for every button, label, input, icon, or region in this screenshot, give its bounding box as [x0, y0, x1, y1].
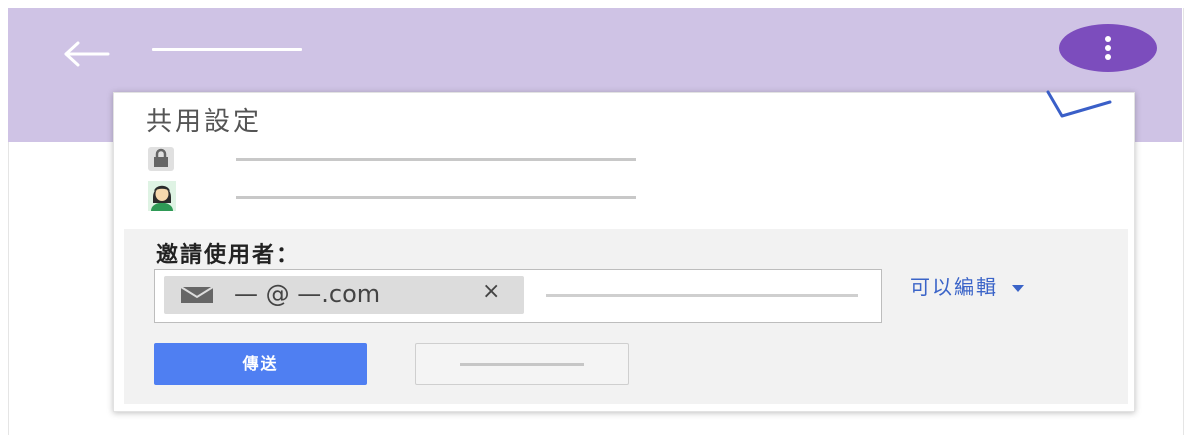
lock-icon [148, 147, 174, 171]
send-button-label: 傳送 [242, 356, 279, 373]
owner-placeholder-line [236, 196, 636, 199]
pointer-arrow-icon [1046, 90, 1112, 118]
send-button[interactable]: 傳送 [154, 343, 367, 385]
mail-icon [180, 286, 214, 303]
avatar-icon [148, 181, 176, 211]
close-icon[interactable]: × [482, 279, 500, 304]
invite-label: 邀請使用者： [156, 243, 301, 268]
permission-label: 可以編輯 [910, 275, 998, 299]
email-chip-text: — @ —.com [234, 280, 381, 308]
email-chip[interactable]: — @ —.com × [164, 276, 524, 314]
dialog-title: 共用設定 [146, 107, 263, 137]
permission-dropdown[interactable]: 可以編輯 [910, 271, 1024, 300]
input-placeholder-line [546, 294, 858, 297]
arrow-left-icon[interactable] [62, 40, 112, 68]
invite-section: 邀請使用者： — @ —.com × 可以編輯 傳送 [124, 229, 1128, 404]
chevron-down-icon [1012, 285, 1024, 292]
sharing-dialog: 共用設定 邀請使用者： — @ —.com × 可以編輯 傳送 [113, 92, 1135, 412]
link-placeholder-line [236, 158, 636, 161]
secondary-button[interactable] [415, 343, 629, 385]
app-title-placeholder [152, 48, 302, 51]
more-vert-icon[interactable] [1059, 24, 1157, 72]
invite-email-input[interactable]: — @ —.com × [154, 269, 882, 323]
secondary-button-placeholder [460, 363, 584, 366]
